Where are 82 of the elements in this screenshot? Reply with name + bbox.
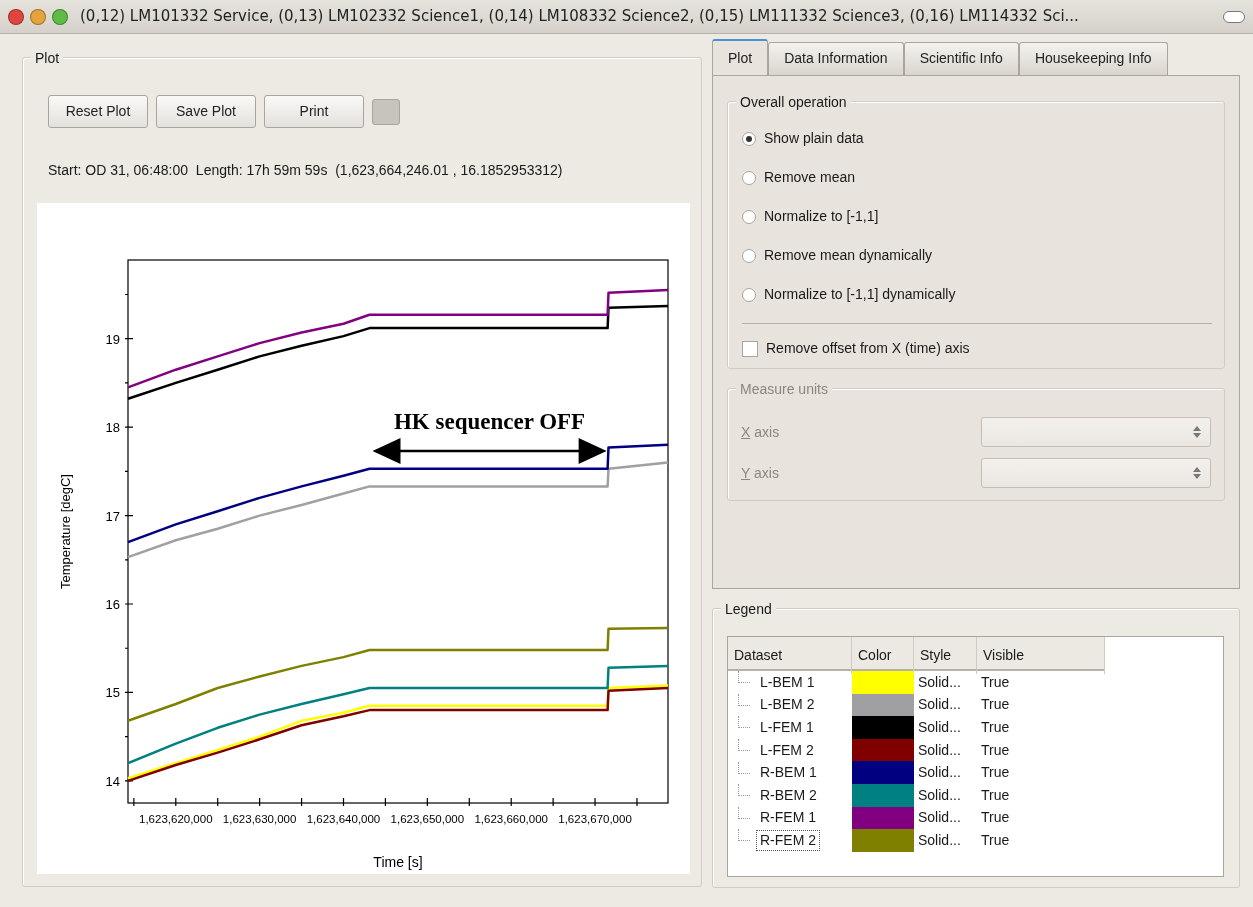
spinner-arrows-icon: [1192, 425, 1202, 439]
table-cell-text: True: [980, 808, 1011, 828]
toolbar-toggle-icon[interactable]: [1223, 10, 1245, 23]
tree-item[interactable]: L-FEM 2: [756, 739, 818, 761]
checkbox[interactable]: [742, 340, 758, 357]
spinner-arrows-icon: [1192, 466, 1202, 480]
plot-info-text: Start: OD 31, 06:48:00 Length: 17h 59m 59s (1,623,664,246.01 , 16.1852953312): [48, 161, 564, 180]
tree-item[interactable]: R-BEM 2: [756, 784, 821, 806]
table-cell-text: True: [980, 785, 1011, 805]
column-header[interactable]: Style: [914, 637, 977, 674]
radio-button[interactable]: [742, 131, 756, 146]
field-label: X axis: [741, 422, 780, 442]
plot-button[interactable]: Save Plot: [156, 95, 256, 128]
plot-button[interactable]: Reset Plot: [48, 95, 148, 128]
x-axis-title: Time [s]: [373, 854, 423, 870]
tree-line: [738, 761, 750, 774]
checkbox-label: Remove offset from X (time) axis: [766, 339, 970, 358]
table-cell-text: Solid...: [917, 718, 962, 737]
annotation-text: HK sequencer OFF: [393, 408, 586, 434]
table-cell-text: Solid...: [917, 672, 962, 692]
table-cell-text: True: [980, 718, 1011, 737]
tab[interactable]: Data Information: [768, 42, 904, 75]
y-axis-title: Temperature [degC]: [58, 474, 73, 589]
radio-label: Remove mean: [764, 168, 856, 187]
tab[interactable]: Scientific Info: [903, 42, 1019, 75]
color-swatch-button[interactable]: [372, 98, 400, 125]
x-tick-label: 1,623,640,000: [306, 813, 381, 825]
dropdown-field[interactable]: [981, 458, 1211, 488]
tab[interactable]: Housekeeping Info: [1018, 42, 1168, 75]
x-tick-label: 1,623,670,000: [558, 813, 632, 825]
radio-button[interactable]: [742, 170, 756, 185]
tree-line: [738, 784, 750, 797]
x-tick-label: 1,623,630,000: [222, 813, 297, 825]
tree-line: [738, 693, 750, 706]
tree-item[interactable]: L-BEM 2: [756, 694, 819, 716]
dropdown-field[interactable]: [981, 417, 1211, 447]
window-title: (0,12) LM101332 Service, (0,13) LM102332 Science1, (0,14) LM108332 Science2, (0,15) LM111332 Science3, (0,16) LM114332 Sci...: [80, 6, 1080, 28]
tree-line: [738, 829, 750, 842]
radio-button[interactable]: [742, 209, 756, 224]
table-cell-text: True: [980, 695, 1011, 715]
tab[interactable]: Plot: [712, 39, 769, 75]
table-cell-text: Solid...: [917, 808, 962, 828]
tree-line: [738, 806, 750, 819]
x-tick-label: 1,623,660,000: [474, 813, 548, 825]
column-header[interactable]: Visible: [977, 637, 1105, 674]
maximize-icon[interactable]: [52, 8, 68, 25]
tree-item[interactable]: R-BEM 1: [756, 762, 821, 784]
radio-label: Remove mean dynamically: [764, 246, 933, 265]
table-cell-text: True: [980, 740, 1011, 760]
tree-item[interactable]: R-FEM 1: [756, 807, 820, 829]
field-label: Y axis: [741, 463, 779, 483]
radio-button[interactable]: [742, 287, 756, 302]
y-tick-label: 18: [105, 420, 120, 436]
x-tick-label: 1,623,620,000: [139, 813, 213, 825]
y-tick-label: 16: [105, 597, 120, 612]
tree-item[interactable]: L-FEM 1: [756, 717, 818, 738]
radio-button[interactable]: [742, 248, 756, 263]
column-header[interactable]: Dataset: [728, 637, 852, 674]
y-tick-label: 14: [105, 773, 120, 789]
minimize-icon[interactable]: [30, 8, 46, 25]
table-cell-text: True: [980, 672, 1011, 692]
tree-line: [738, 716, 750, 729]
plot-button[interactable]: Print: [264, 95, 364, 128]
y-tick-label: 17: [105, 508, 120, 524]
tree-item[interactable]: L-BEM 1: [756, 671, 819, 693]
table-cell-text: Solid...: [917, 740, 962, 760]
y-tick-label: 15: [105, 685, 120, 701]
table-cell-text: Solid...: [917, 785, 962, 805]
tree-line: [738, 671, 750, 684]
y-tick-label: 19: [105, 331, 120, 347]
radio-label: Normalize to [-1,1] dynamically: [764, 285, 956, 304]
table-cell-text: True: [980, 830, 1011, 850]
table-cell-text: Solid...: [917, 830, 962, 850]
radio-label: Normalize to [-1,1]: [764, 207, 879, 226]
x-tick-label: 1,623,650,000: [390, 813, 465, 825]
table-cell-text: Solid...: [917, 763, 962, 783]
close-icon[interactable]: [8, 8, 24, 25]
radio-label: Show plain data: [764, 129, 864, 148]
tree-line: [738, 739, 750, 752]
table-cell-text: True: [980, 763, 1011, 783]
tree-item[interactable]: R-FEM 2: [756, 829, 820, 851]
table-cell-text: Solid...: [917, 695, 962, 715]
